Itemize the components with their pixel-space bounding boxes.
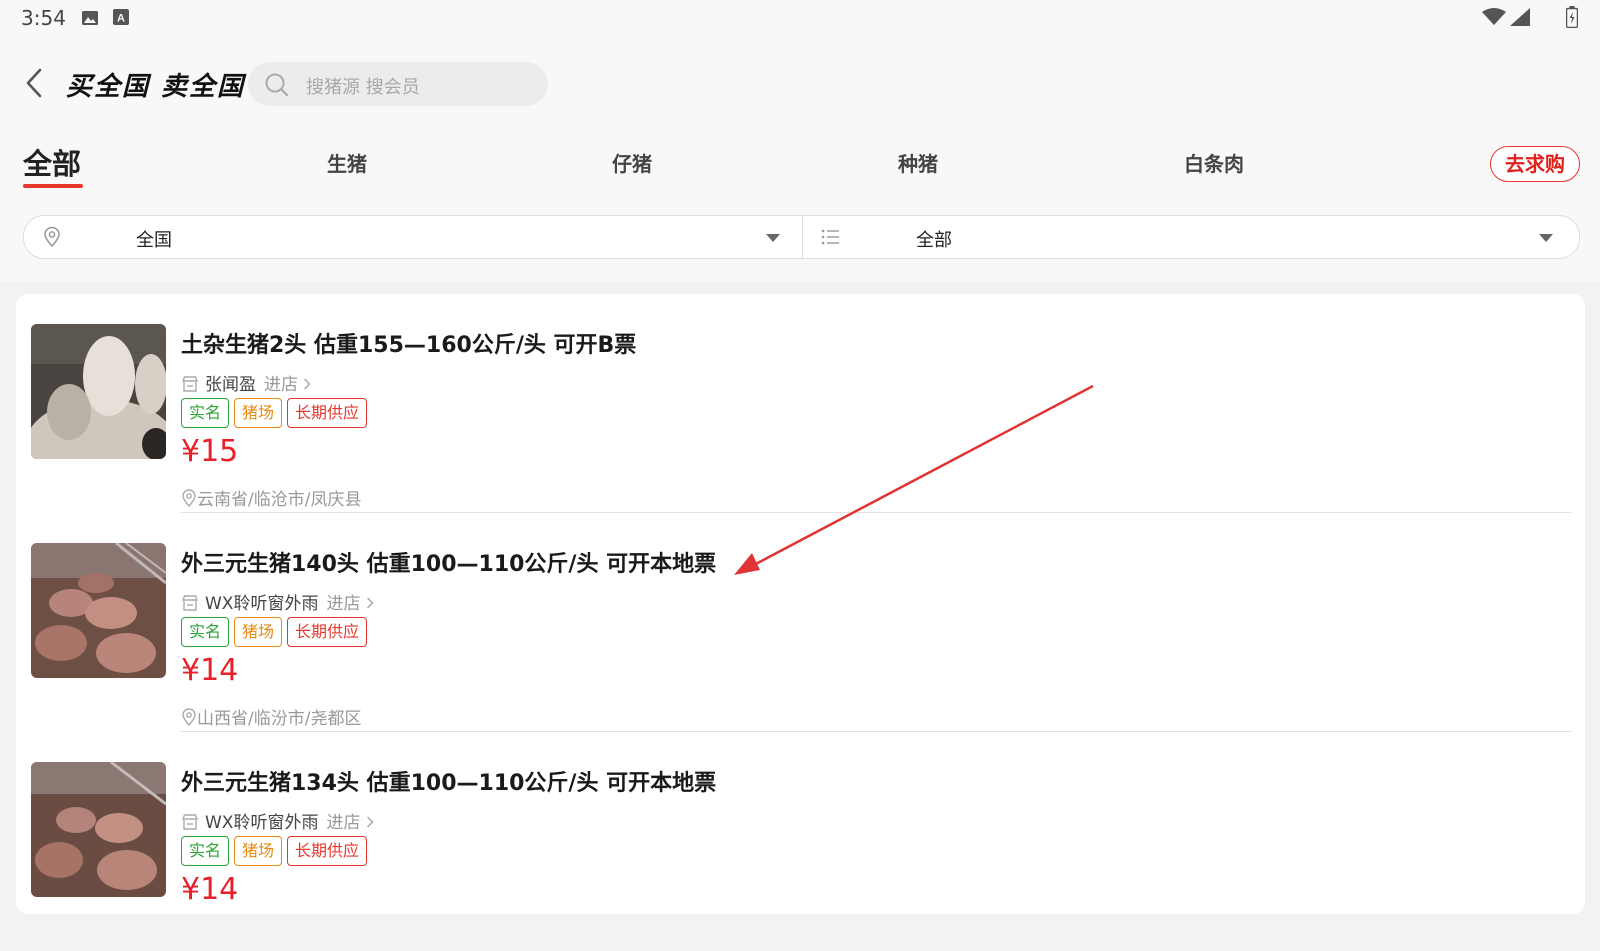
chevron-right-icon [366, 597, 374, 609]
listing-price: ¥14 [181, 872, 239, 907]
listing-price: ¥15 [181, 434, 239, 469]
enter-shop-label: 进店 [326, 594, 361, 614]
active-tab-indicator [23, 184, 83, 188]
shop-icon [181, 376, 199, 392]
seller-row: WX聆听窗外雨 进店 [181, 808, 374, 833]
category-filter[interactable]: 全部 [803, 216, 1579, 258]
enter-shop-link[interactable]: 进店 [264, 375, 311, 395]
signal-icon [1510, 8, 1530, 30]
shop-icon [181, 814, 199, 830]
category-tabs: 全部 生猪 仔猪 种猪 白条肉 去求购 [0, 136, 1600, 196]
a-notification-icon: A [113, 9, 129, 29]
tag-long-term-supply: 长期供应 [287, 617, 368, 647]
listing-title: 外三元生猪134头 估重100—110公斤/头 可开本地票 [181, 771, 717, 796]
tag-group: 实名 猪场 长期供应 [181, 836, 372, 866]
request-purchase-button[interactable]: 去求购 [1490, 146, 1580, 182]
app-logo: 买全国 卖全国 [66, 72, 246, 102]
region-filter-value: 全国 [136, 230, 172, 251]
listing-title: 外三元生猪140头 估重100—110公斤/头 可开本地票 [181, 552, 717, 577]
list-item[interactable]: 外三元生猪134头 估重100—110公斤/头 可开本地票 WX聆听窗外雨 进店 … [16, 732, 1585, 951]
enter-shop-link[interactable]: 进店 [326, 594, 374, 614]
tag-farm: 猪场 [234, 836, 283, 866]
region-filter[interactable]: 全国 [24, 216, 802, 258]
tag-verified: 实名 [181, 617, 230, 647]
list-item[interactable]: 土杂生猪2头 估重155—160公斤/头 可开B票 张闻盈 进店 实名 猪场 长期供应… [16, 294, 1585, 513]
location-pin-icon [42, 226, 62, 252]
list-item[interactable]: 外三元生猪140头 估重100—110公斤/头 可开本地票 WX聆听窗外雨 进店 … [16, 513, 1585, 732]
seller-name: 张闻盈 [205, 375, 256, 395]
listing-title: 土杂生猪2头 估重155—160公斤/头 可开B票 [181, 333, 637, 358]
tab-pork-carcass[interactable]: 白条肉 [1184, 148, 1244, 177]
tag-verified: 实名 [181, 398, 230, 428]
listing-location: 山西省/临汾市/尧都区 [181, 704, 361, 729]
listing-thumbnail [31, 762, 166, 897]
tag-group: 实名 猪场 长期供应 [181, 617, 372, 647]
header-bar: 买全国 卖全国 搜猪源 搜会员 [0, 52, 1600, 116]
search-placeholder: 搜猪源 搜会员 [306, 77, 420, 98]
tab-piglet[interactable]: 仔猪 [612, 148, 652, 177]
filter-bar: 全国 全部 [23, 215, 1580, 259]
enter-shop-label: 进店 [264, 375, 298, 395]
location-pin-icon [182, 708, 196, 727]
tab-live-pig[interactable]: 生猪 [327, 148, 367, 177]
chevron-right-icon [366, 816, 374, 828]
location-text: 云南省/临沧市/凤庆县 [197, 490, 362, 510]
status-bar: 3:54 A [0, 0, 1600, 36]
status-time: 3:54 [21, 6, 66, 30]
shop-icon [181, 595, 199, 611]
listing-thumbnail [31, 543, 166, 678]
listing-location: 云南省/临沧市/凤庆县 [181, 485, 361, 510]
back-button[interactable] [20, 66, 50, 100]
chevron-down-icon [766, 234, 780, 242]
chevron-left-icon [26, 68, 42, 98]
listing-card: 土杂生猪2头 估重155—160公斤/头 可开B票 张闻盈 进店 实名 猪场 长期供应… [16, 294, 1585, 914]
location-pin-icon [182, 489, 196, 508]
seller-name: WX聆听窗外雨 [205, 594, 319, 614]
location-text: 山西省/临汾市/尧都区 [197, 709, 362, 729]
listing-price: ¥14 [181, 653, 239, 688]
tag-long-term-supply: 长期供应 [287, 836, 368, 866]
seller-name: WX聆听窗外雨 [205, 813, 319, 833]
tab-all[interactable]: 全部 [23, 141, 81, 183]
tag-long-term-supply: 长期供应 [287, 398, 368, 428]
tag-farm: 猪场 [234, 398, 283, 428]
chevron-down-icon [1539, 234, 1553, 242]
search-icon [264, 72, 290, 102]
tag-group: 实名 猪场 长期供应 [181, 398, 372, 428]
enter-shop-link[interactable]: 进店 [326, 813, 374, 833]
tag-verified: 实名 [181, 836, 230, 866]
seller-row: 张闻盈 进店 [181, 370, 311, 395]
chevron-right-icon [304, 378, 311, 390]
top-area: 3:54 A 买全国 卖全国 搜猪源 搜会员 全部 生猪 仔猪 种猪 白条肉 去… [0, 0, 1600, 282]
listing-thumbnail [31, 324, 166, 459]
tab-breeding-pig[interactable]: 种猪 [898, 148, 938, 177]
seller-row: WX聆听窗外雨 进店 [181, 589, 374, 614]
battery-icon [1565, 6, 1579, 32]
list-icon [821, 228, 841, 250]
wifi-icon [1482, 8, 1506, 30]
category-filter-value: 全部 [916, 230, 952, 251]
svg-text:A: A [117, 13, 125, 25]
image-icon [81, 9, 99, 31]
tag-farm: 猪场 [234, 617, 283, 647]
enter-shop-label: 进店 [326, 813, 361, 833]
search-input[interactable]: 搜猪源 搜会员 [248, 62, 548, 106]
